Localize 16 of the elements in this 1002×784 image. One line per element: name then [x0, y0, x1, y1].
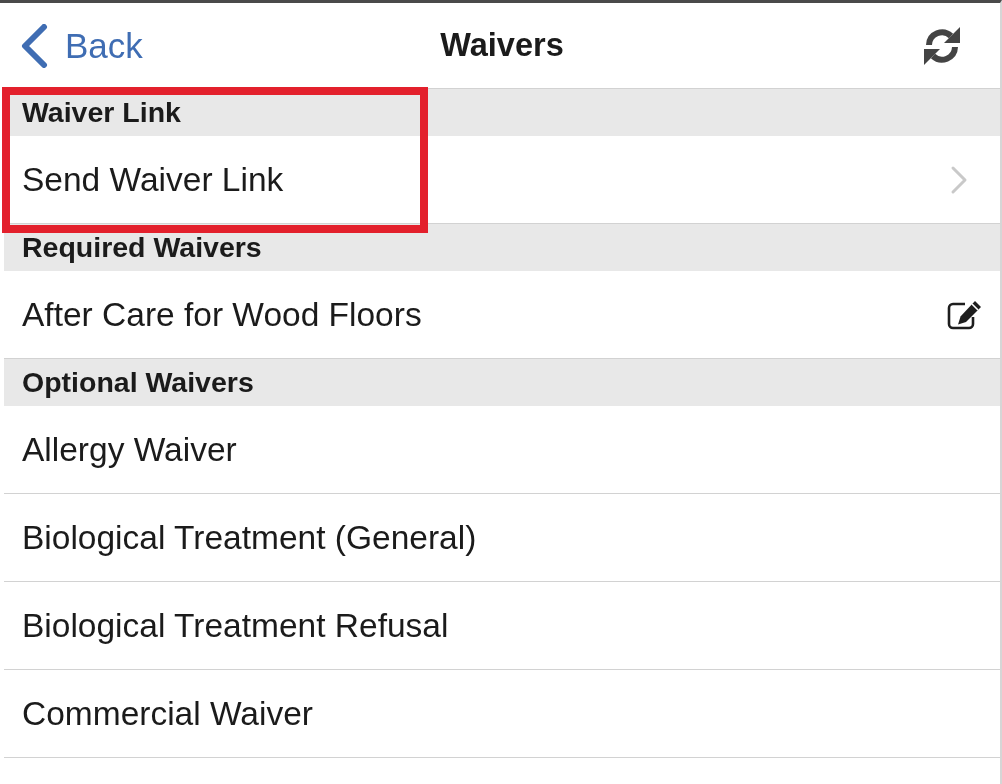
chevron-right-icon: [950, 164, 968, 195]
section-title: Required Waivers: [22, 233, 262, 262]
screen-title: Waivers: [440, 27, 564, 64]
back-button[interactable]: Back: [4, 23, 143, 68]
row-label: Send Waiver Link: [22, 162, 284, 197]
chevron-left-icon: [20, 23, 48, 68]
row-label: Biological Treatment Refusal: [22, 608, 449, 643]
row-label: Commercial Waiver: [22, 696, 313, 731]
section-title: Optional Waivers: [22, 368, 254, 397]
section-title: Waiver Link: [22, 98, 181, 127]
row-label: Biological Treatment (General): [22, 520, 477, 555]
refresh-button[interactable]: [922, 25, 962, 66]
refresh-icon: [922, 25, 962, 66]
row-label: Allergy Waiver: [22, 432, 237, 467]
edit-icon[interactable]: [947, 299, 982, 330]
row-label: After Care for Wood Floors: [22, 297, 422, 332]
